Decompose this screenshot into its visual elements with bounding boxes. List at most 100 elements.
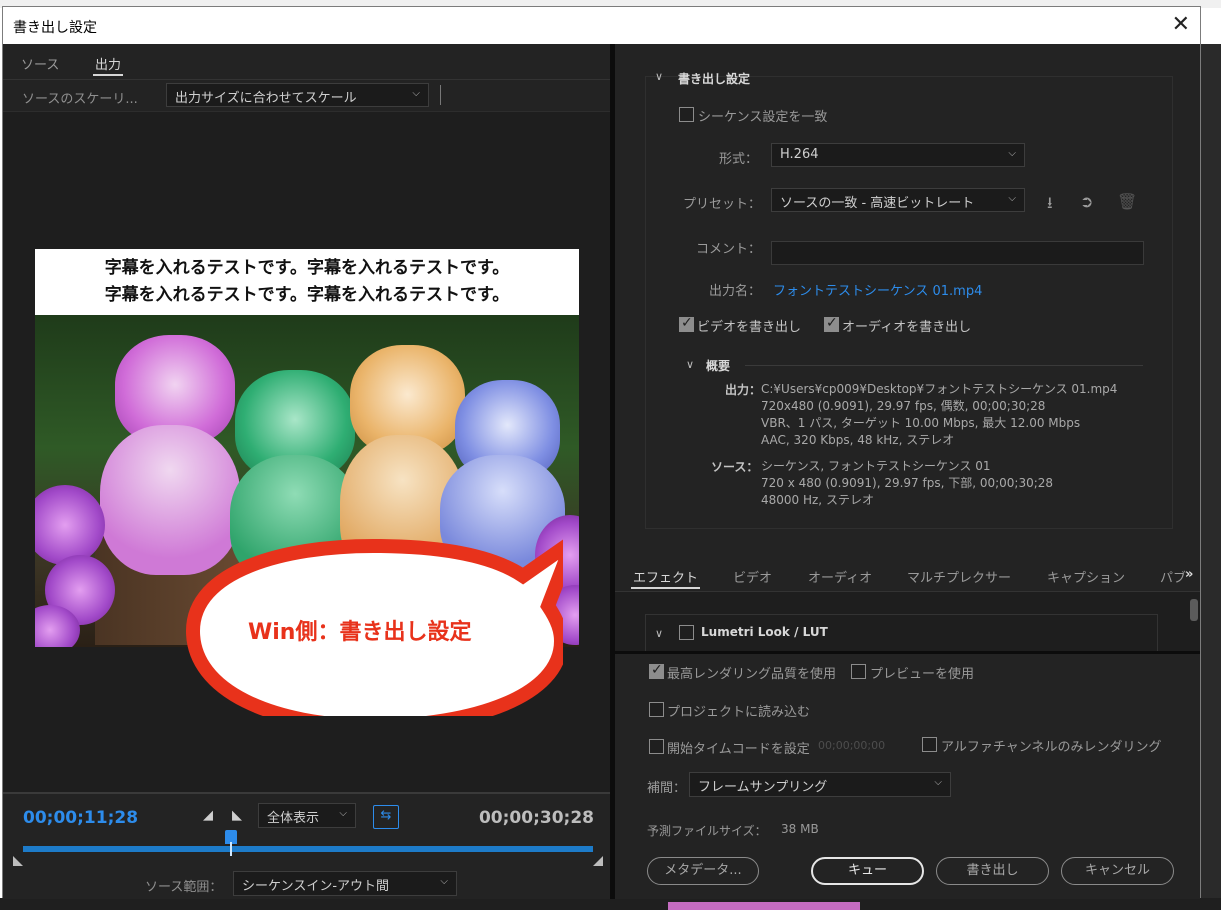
estimated-size-value: 38 MB — [781, 822, 819, 836]
chevron-down-icon: ⌵ — [339, 808, 347, 819]
chevron-down-icon: ⌵ — [1008, 148, 1016, 159]
source-range-label: ソース範囲： — [145, 880, 223, 895]
tab-multiplexer[interactable]: マルチプレクサー — [907, 567, 1011, 586]
source-scaling-dropdown[interactable]: 出力サイズに合わせてスケール ⌵ — [166, 83, 429, 107]
preset-label: プリセット： — [683, 197, 762, 212]
format-dropdown[interactable]: H.264 ⌵ — [771, 143, 1025, 167]
mark-in-icon[interactable]: ◢ — [203, 808, 213, 823]
start-timecode-label: 開始タイムコードを設定 — [667, 742, 810, 757]
output-summary-line: VBR、1 パス, ターゲット 10.00 Mbps, 最大 12.00 Mbp… — [761, 416, 1081, 430]
metadata-button[interactable]: メタデータ... — [647, 857, 759, 885]
estimated-size-label: 予測ファイルサイズ： — [647, 824, 767, 838]
tab-publish[interactable]: パブ — [1160, 567, 1186, 586]
options-divider — [615, 651, 1200, 654]
lumetri-checkbox[interactable] — [679, 625, 694, 640]
source-summary-line: シーケンス, フォントテストシーケンス 01 — [761, 459, 991, 473]
start-timecode-value: 00;00;00;00 — [818, 739, 886, 752]
tab-video[interactable]: ビデオ — [733, 567, 772, 586]
source-range-dropdown[interactable]: シーケンスイン-アウト間 ⌵ — [233, 871, 457, 896]
tab-effect[interactable]: エフェクト — [630, 567, 701, 589]
import-preset-icon[interactable]: ➲ — [1080, 192, 1093, 211]
more-tabs-icon[interactable]: » — [1185, 567, 1193, 582]
preview-panel: ソース 出力 ソースのスケーリ... 出力サイズに合わせてスケール ⌵ 字幕を入… — [3, 44, 610, 899]
max-render-quality-checkbox[interactable] — [649, 662, 664, 679]
tab-captions[interactable]: キャプション — [1047, 567, 1125, 586]
in-point-handle[interactable] — [13, 856, 23, 866]
export-settings-dialog: 書き出し設定 ✕ ソース 出力 ソースのスケーリ... 出力サイズに合わせてスケ… — [2, 6, 1201, 899]
comment-input[interactable] — [771, 241, 1144, 265]
chevron-down-icon[interactable]: ∨ — [686, 358, 694, 371]
summary-title: 概要 — [706, 359, 731, 373]
format-label: 形式： — [719, 152, 759, 167]
timeline-panel: 00;00;11;28 ◢ ◣ 全体表示 ⌵ ⇆ 00;00;30;28 ソース… — [3, 792, 610, 899]
zoom-dropdown[interactable]: 全体表示 ⌵ — [258, 803, 356, 828]
source-scaling-label: ソースのスケーリ... — [22, 92, 138, 107]
interpolation-label: 補間： — [647, 781, 687, 796]
output-summary-key: 出力： — [725, 383, 762, 397]
export-button[interactable]: 書き出し — [936, 857, 1049, 885]
alpha-only-checkbox[interactable] — [922, 737, 937, 752]
close-icon[interactable]: ✕ — [1172, 12, 1190, 37]
duration-timecode: 00;00;30;28 — [478, 808, 594, 828]
export-video-label: ビデオを書き出し — [697, 320, 802, 335]
match-sequence-checkbox[interactable] — [679, 107, 694, 122]
subtitle-line-2: 字幕を入れるテストです。字幕を入れるテストです。 — [104, 285, 510, 305]
current-timecode[interactable]: 00;00;11;28 — [23, 808, 138, 828]
dialog-title: 書き出し設定 — [13, 20, 97, 36]
export-settings-title: 書き出し設定 — [678, 72, 751, 86]
interpolation-dropdown[interactable]: フレームサンプリング ⌵ — [689, 772, 951, 797]
tab-output[interactable]: 出力 — [92, 54, 124, 76]
export-audio-label: オーディオを書き出し — [842, 320, 972, 335]
fit-loop-button[interactable]: ⇆ — [373, 805, 399, 829]
cancel-button[interactable]: キャンセル — [1061, 857, 1174, 885]
playhead-line — [230, 842, 232, 856]
background-app-panel — [1200, 44, 1221, 910]
source-scaling-value: 出力サイズに合わせてスケール — [175, 91, 357, 106]
use-previews-checkbox[interactable] — [851, 664, 866, 679]
export-audio-checkbox[interactable] — [824, 315, 839, 332]
preset-dropdown[interactable]: ソースの一致 - 高速ビットレート ⌵ — [771, 188, 1025, 212]
effects-scrollbar[interactable] — [1190, 599, 1198, 621]
interpolation-value: フレームサンプリング — [698, 780, 828, 795]
output-summary-line: AAC, 320 Kbps, 48 kHz, ステレオ — [761, 433, 955, 447]
title-bar: 書き出し設定 ✕ — [3, 7, 1200, 44]
format-value: H.264 — [780, 147, 819, 162]
max-render-quality-label: 最高レンダリング品質を使用 — [667, 667, 837, 682]
background-clip — [668, 902, 860, 910]
zoom-value: 全体表示 — [267, 811, 320, 826]
source-range-value: シーケンスイン-アウト間 — [242, 879, 390, 894]
summary-divider — [745, 365, 1143, 366]
chevron-down-icon[interactable]: ∨ — [655, 70, 663, 83]
chevron-down-icon: ⌵ — [934, 777, 942, 788]
start-timecode-checkbox[interactable] — [649, 739, 664, 754]
chevron-down-icon: ⌵ — [440, 876, 448, 887]
output-name-label: 出力名： — [709, 284, 762, 299]
save-preset-icon[interactable]: ⭳ — [1047, 192, 1053, 219]
source-summary-line: 48000 Hz, ステレオ — [761, 493, 874, 507]
import-project-checkbox[interactable] — [649, 702, 664, 717]
alpha-only-label: アルファチャンネルのみレンダリング — [941, 740, 1162, 755]
queue-button[interactable]: キュー — [811, 857, 924, 885]
delete-preset-icon[interactable]: 🗑 — [1117, 192, 1137, 211]
tab-audio[interactable]: オーディオ — [808, 567, 872, 586]
output-summary-line: 720x480 (0.9091), 29.97 fps, 偶数, 00;00;3… — [761, 399, 1046, 413]
output-name-link[interactable]: フォントテストシーケンス 01.mp4 — [773, 280, 982, 299]
lumetri-label: Lumetri Look / LUT — [701, 625, 828, 639]
preview-tabs: ソース 出力 — [3, 44, 610, 80]
callout-text: Win側：書き出し設定 — [248, 620, 472, 645]
output-summary-line: C:¥Users¥cp009¥Desktop¥フォントテストシーケンス 01.m… — [761, 382, 1118, 396]
chevron-down-icon[interactable]: ∨ — [655, 627, 663, 640]
background-app-bottom — [0, 898, 1221, 910]
settings-panel: ∨ 書き出し設定 シーケンス設定を一致 形式： H.264 ⌵ プリセット： ソ… — [615, 44, 1200, 899]
chevron-down-icon: ⌵ — [412, 88, 420, 99]
loop-icon: ⇆ — [380, 808, 392, 823]
timeline-track[interactable] — [23, 846, 593, 852]
out-point-handle[interactable] — [593, 856, 603, 866]
output-summary: C:¥Users¥cp009¥Desktop¥フォントテストシーケンス 01.m… — [761, 381, 1117, 449]
effects-list: ∨ Lumetri Look / LUT — [615, 592, 1200, 652]
mark-out-icon[interactable]: ◣ — [232, 808, 242, 823]
source-summary: シーケンス, フォントテストシーケンス 01 720 x 480 (0.9091… — [761, 458, 1053, 509]
subtitle-caption: 字幕を入れるテストです。字幕を入れるテストです。 字幕を入れるテストです。字幕を… — [35, 249, 579, 315]
export-video-checkbox[interactable] — [679, 315, 694, 332]
tab-source[interactable]: ソース — [21, 54, 59, 73]
